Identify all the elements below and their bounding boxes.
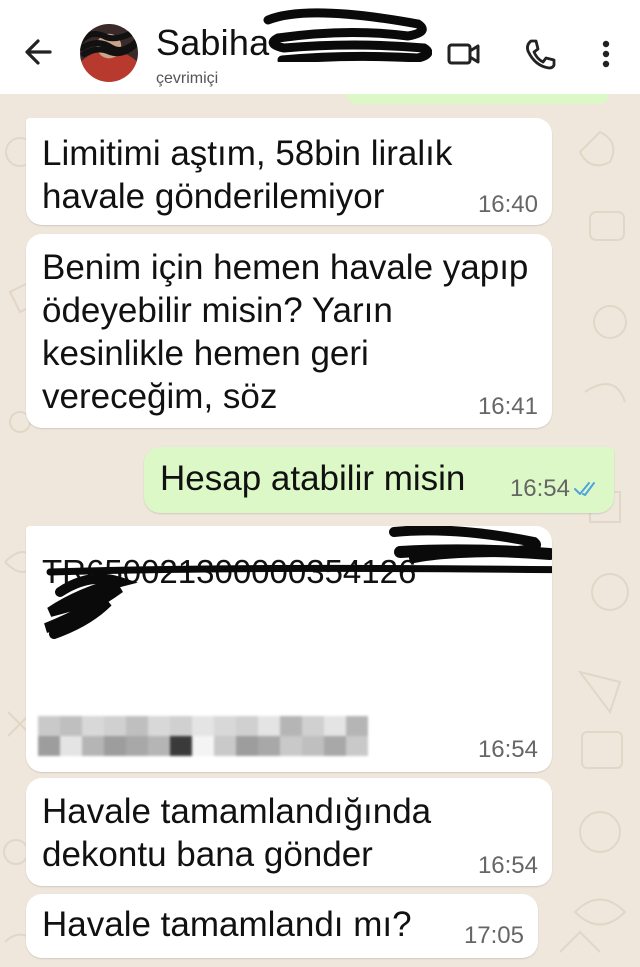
message-bubble-outgoing[interactable]: Hesap atabilir misin 16:54 xyxy=(144,447,614,513)
message-time: 16:40 xyxy=(477,191,538,218)
message-text: Hesap atabilir misin xyxy=(160,459,466,498)
back-arrow-icon[interactable] xyxy=(20,36,56,68)
message-bubble[interactable]: TR650021300000354126 16:54 xyxy=(26,526,552,772)
more-options-icon[interactable] xyxy=(586,34,626,74)
message-text: Havale tamamlandı mı? xyxy=(42,905,412,944)
message-time: 16:41 xyxy=(477,393,538,420)
message-bubble[interactable]: Havale tamamlandığında dekontu bana gönd… xyxy=(26,778,552,886)
message-text: Limitimi aştım, 58bin liralık havale gön… xyxy=(42,134,453,216)
message-time: 16:54 xyxy=(509,475,570,502)
contact-status: çevrimiçi xyxy=(156,70,219,87)
iban-redaction-scribble xyxy=(44,526,552,639)
video-call-icon[interactable] xyxy=(444,34,484,74)
avatar[interactable] xyxy=(80,24,138,82)
message-time: 16:54 xyxy=(477,736,538,763)
chat-header: Sabiha çevrimiçi xyxy=(0,0,640,94)
message-time: 16:54 xyxy=(477,852,538,879)
message-time: 17:05 xyxy=(463,922,524,949)
message-bubble[interactable]: Limitimi aştım, 58bin liralık havale gön… xyxy=(26,118,552,225)
contact-name[interactable]: Sabiha xyxy=(156,22,269,64)
message-bubble[interactable]: Havale tamamlandı mı? 17:05 xyxy=(26,894,538,958)
read-receipt-icon xyxy=(574,482,595,496)
blurred-account-name xyxy=(38,716,368,756)
name-redaction-scribble xyxy=(263,8,432,62)
voice-call-icon[interactable] xyxy=(520,34,560,74)
message-text: Havale tamamlandığında dekontu bana gönd… xyxy=(42,792,432,874)
message-bubble[interactable]: Benim için hemen havale yapıp ödeyebilir… xyxy=(26,234,552,428)
message-text: Benim için hemen havale yapıp ödeyebilir… xyxy=(42,248,529,416)
